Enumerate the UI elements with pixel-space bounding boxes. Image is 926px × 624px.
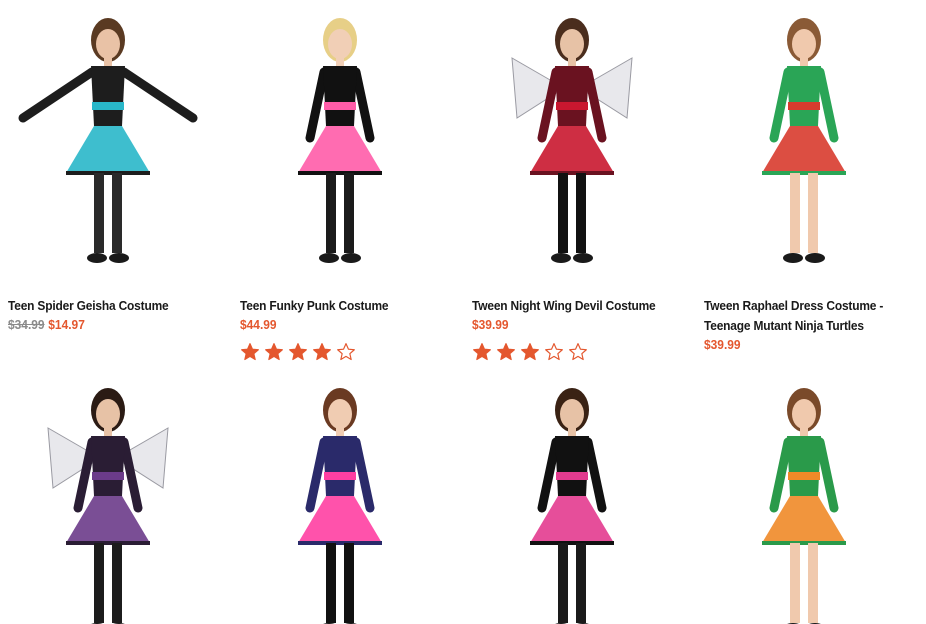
product-name[interactable]: Tween Night Wing Devil Costume bbox=[472, 296, 656, 316]
sale-price: $14.97 bbox=[48, 317, 85, 332]
product-image[interactable] bbox=[8, 8, 208, 283]
star-empty-icon bbox=[569, 343, 587, 361]
product-image[interactable] bbox=[240, 378, 440, 624]
product-price: $44.99 bbox=[240, 315, 424, 335]
costume-figure bbox=[298, 18, 382, 263]
product-price: $39.99 bbox=[704, 335, 888, 355]
rating-stars bbox=[472, 342, 588, 362]
rating-stars bbox=[240, 342, 356, 362]
star-filled-icon bbox=[497, 343, 515, 361]
product-name[interactable]: Teen Spider Geisha Costume bbox=[8, 296, 192, 316]
product-image[interactable] bbox=[704, 378, 904, 624]
star-filled-icon bbox=[473, 343, 491, 361]
costume-figure bbox=[762, 388, 846, 624]
original-price: $34.99 bbox=[8, 317, 45, 332]
star-filled-icon bbox=[289, 343, 307, 361]
product-image[interactable] bbox=[8, 378, 208, 624]
star-filled-icon bbox=[521, 343, 539, 361]
product-image[interactable] bbox=[472, 378, 672, 624]
star-filled-icon bbox=[313, 343, 331, 361]
costume-figure bbox=[18, 18, 198, 263]
sale-price: $39.99 bbox=[472, 317, 509, 332]
star-filled-icon bbox=[265, 343, 283, 361]
costume-figure bbox=[530, 388, 614, 624]
star-filled-icon bbox=[241, 343, 259, 361]
product-image[interactable] bbox=[472, 8, 672, 283]
sale-price: $44.99 bbox=[240, 317, 277, 332]
product-price: $39.99 bbox=[472, 315, 656, 335]
costume-figure bbox=[511, 18, 633, 263]
star-empty-icon bbox=[545, 343, 563, 361]
costume-figure bbox=[298, 388, 382, 624]
costume-figure bbox=[762, 18, 846, 263]
product-name[interactable]: Tween Raphael Dress Costume - Teenage Mu… bbox=[704, 296, 888, 336]
product-name[interactable]: Teen Funky Punk Costume bbox=[240, 296, 424, 316]
product-price: $34.99 $14.97 bbox=[8, 315, 192, 335]
product-grid: Teen Spider Geisha Costume $34.99 $14.97 … bbox=[0, 0, 926, 624]
star-empty-icon bbox=[337, 343, 355, 361]
product-image[interactable] bbox=[240, 8, 440, 283]
product-image[interactable] bbox=[704, 8, 904, 283]
costume-figure bbox=[47, 388, 169, 624]
sale-price: $39.99 bbox=[704, 337, 741, 352]
